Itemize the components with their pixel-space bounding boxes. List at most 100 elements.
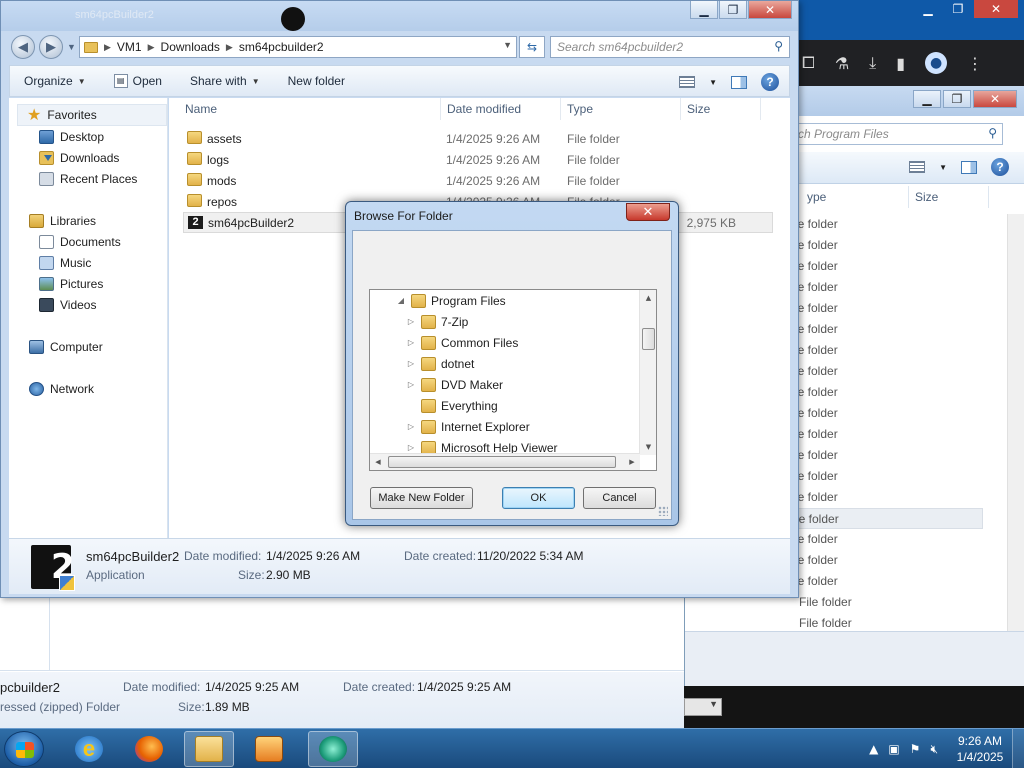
chevron-down-icon[interactable]: ▼ [503, 40, 512, 50]
breadcrumb-vm1[interactable]: VM1 [117, 40, 142, 54]
list-item[interactable]: le folder [793, 466, 983, 487]
list-item[interactable]: 20/2023 2:23 PMFile folder [793, 592, 983, 613]
close-button[interactable]: ✕ [974, 0, 1018, 18]
scroll-right-arrow-icon[interactable]: ▶ [624, 454, 640, 470]
show-hidden-icons-button[interactable]: ▲ [869, 742, 878, 756]
column-size[interactable]: Size [681, 98, 761, 120]
maximize-button[interactable]: ❐ [719, 1, 747, 19]
profile-icon[interactable]: ● [925, 52, 948, 74]
sidebar-item-videos[interactable]: Videos [39, 295, 96, 315]
tree-node-program-files[interactable]: ◢ Program Files [396, 290, 506, 311]
tree-node[interactable]: ▷ DVD Maker [406, 374, 503, 395]
list-item[interactable]: le folder [793, 340, 983, 361]
volume-muted-icon[interactable]: 🔇︎ [930, 742, 938, 757]
back-button[interactable]: ◀ [11, 35, 35, 59]
taskbar-file-explorer[interactable] [184, 731, 234, 767]
sidebar-item-documents[interactable]: Documents [39, 232, 121, 252]
taskbar-media-player[interactable] [244, 731, 294, 767]
chevron-right-icon[interactable]: ▶ [226, 42, 233, 53]
preview-pane-icon[interactable] [961, 160, 977, 174]
sidebar-item-pictures[interactable]: Pictures [39, 274, 103, 294]
maximize-button[interactable]: ❐ [943, 90, 971, 108]
minimize-button[interactable]: ▁ [690, 1, 718, 19]
download-icon[interactable]: ⤓ [869, 53, 876, 73]
list-item[interactable]: le folder [793, 487, 983, 508]
open-button[interactable]: ▤ Open [100, 66, 176, 96]
column-name[interactable]: Name [179, 98, 441, 120]
cancel-button[interactable]: Cancel [583, 487, 656, 509]
collapsed-arrow-icon[interactable]: ▷ [406, 317, 416, 326]
list-item[interactable]: le folder [793, 445, 983, 466]
start-button[interactable] [4, 731, 44, 767]
make-new-folder-button[interactable]: Make New Folder [370, 487, 473, 509]
view-options-icon[interactable] [909, 161, 926, 173]
restore-button[interactable]: ❐ [944, 0, 972, 18]
list-item[interactable]: le folder [793, 403, 983, 424]
chevron-down-icon[interactable]: ▼ [709, 78, 717, 87]
collapsed-arrow-icon[interactable]: ▷ [406, 338, 416, 347]
scroll-left-arrow-icon[interactable]: ◀ [370, 454, 386, 470]
new-folder-button[interactable]: New folder [274, 66, 359, 96]
recent-pages-dropdown[interactable]: ▼ [67, 42, 76, 52]
file-row[interactable]: mods 1/4/2025 9:26 AM File folder [183, 170, 773, 191]
help-icon[interactable]: ? [991, 158, 1009, 176]
chevron-right-icon[interactable]: ▶ [148, 42, 155, 53]
clock[interactable]: 9:26 AM 1/4/2025 [948, 733, 1012, 765]
taskbar-firefox[interactable] [124, 731, 174, 767]
expanded-arrow-icon[interactable]: ◢ [396, 296, 406, 305]
list-item[interactable]: le folder [793, 277, 983, 298]
column-date-modified[interactable]: Date modified [441, 98, 561, 120]
list-item[interactable]: le folder [793, 361, 983, 382]
minimize-button[interactable]: ▁ [914, 0, 942, 18]
tree-node[interactable]: ▷ Internet Explorer [406, 416, 530, 437]
close-button[interactable]: ✕ [973, 90, 1017, 108]
view-options-icon[interactable] [679, 76, 696, 88]
list-item[interactable]: le folder [793, 214, 983, 235]
collapsed-arrow-icon[interactable]: ▷ [406, 422, 416, 431]
preview-pane-icon[interactable] [731, 75, 747, 89]
collapsed-arrow-icon[interactable]: ▷ [406, 380, 416, 389]
scroll-thumb[interactable] [642, 328, 655, 350]
frame-icon[interactable]: ⧠ [802, 53, 815, 73]
close-button[interactable]: ✕ [748, 1, 792, 19]
sidebar-item-downloads[interactable]: Downloads [39, 148, 119, 168]
tree-node[interactable]: ▷ dotnet [406, 353, 474, 374]
list-item[interactable]: le folder [793, 529, 983, 550]
tree-node[interactable]: Everything [406, 395, 498, 416]
sidebar-item-desktop[interactable]: Desktop [39, 127, 104, 147]
action-center-flag-icon[interactable]: ⚑ [910, 742, 921, 756]
tree-horizontal-scrollbar[interactable]: ◀ ▶ [370, 453, 640, 470]
tree-node[interactable]: ▷ Common Files [406, 332, 518, 353]
scroll-thumb[interactable] [388, 456, 616, 468]
list-item[interactable]: le folder [793, 256, 983, 277]
dialog-close-button[interactable]: ✕ [626, 203, 670, 221]
help-icon[interactable]: ? [761, 73, 779, 91]
sidebar-item-network[interactable]: Network [29, 379, 94, 399]
sidebar-item-computer[interactable]: Computer [29, 337, 103, 357]
column-type[interactable]: ype [801, 186, 909, 208]
menu-icon[interactable]: ⋮ [967, 54, 983, 73]
ok-button[interactable]: OK [502, 487, 575, 509]
list-item[interactable]: le folder [793, 319, 983, 340]
list-item[interactable]: le folder [793, 508, 983, 529]
organize-button[interactable]: Organize ▼ [10, 66, 100, 96]
collapsed-arrow-icon[interactable]: ▷ [406, 443, 416, 452]
network-tray-icon[interactable]: ▣ [888, 742, 899, 756]
minimize-button[interactable]: ▁ [913, 90, 941, 108]
address-bar[interactable]: ▶ VM1 ▶ Downloads ▶ sm64pcbuilder2 ▼ [79, 36, 517, 58]
scroll-up-arrow-icon[interactable]: ▲ [640, 290, 656, 306]
refresh-button[interactable]: ⇆ [519, 36, 545, 58]
sidebar-icon[interactable]: ▮ [896, 54, 905, 73]
chevron-down-icon[interactable]: ▼ [939, 163, 947, 172]
collapsed-arrow-icon[interactable]: ▷ [406, 359, 416, 368]
list-item[interactable]: le folder [793, 424, 983, 445]
taskbar-app[interactable] [308, 731, 358, 767]
show-desktop-button[interactable] [1012, 729, 1024, 768]
tree-node[interactable]: ▷ 7-Zip [406, 311, 468, 332]
resize-grip[interactable] [658, 506, 668, 516]
tree-vertical-scrollbar[interactable]: ▲ ▼ [639, 290, 656, 455]
folder-tree[interactable]: ◢ Program Files ▷ 7-Zip ▷ Common Files ▷ dotn… [369, 289, 657, 471]
breadcrumb-downloads[interactable]: Downloads [161, 40, 220, 54]
share-with-button[interactable]: Share with ▼ [176, 66, 274, 96]
sidebar-item-recent-places[interactable]: Recent Places [39, 169, 137, 189]
